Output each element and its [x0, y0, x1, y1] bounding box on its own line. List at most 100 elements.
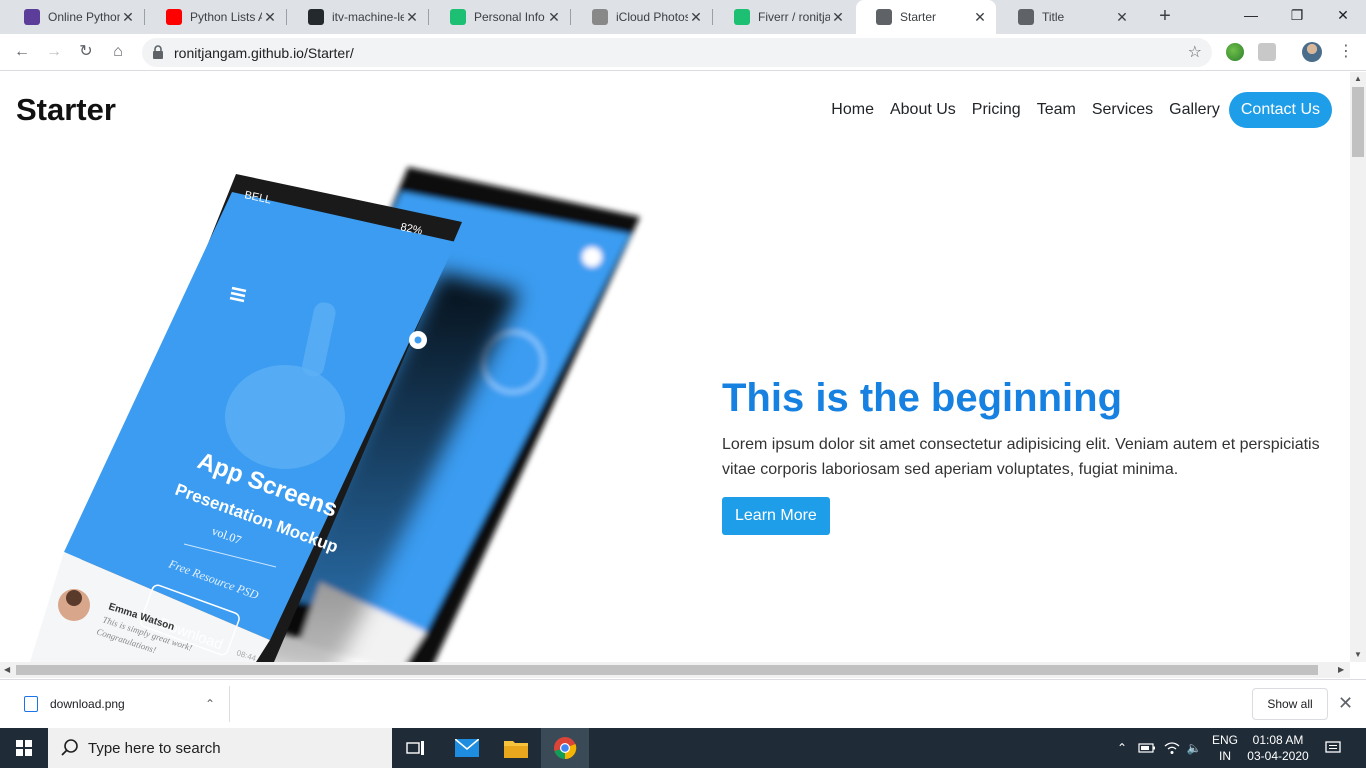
- scroll-left-arrow[interactable]: ◀: [4, 665, 10, 674]
- tab-separator: [570, 9, 571, 25]
- scroll-down-arrow[interactable]: ▼: [1354, 650, 1362, 659]
- globe-icon: [1018, 9, 1034, 25]
- tab-close-icon[interactable]: ✕: [404, 9, 420, 26]
- tab-close-icon[interactable]: ✕: [688, 9, 704, 26]
- scroll-up-arrow[interactable]: ▲: [1354, 74, 1362, 83]
- contact-us-button[interactable]: Contact Us: [1228, 92, 1332, 128]
- browser-tab[interactable]: Python Lists A ✕: [146, 0, 286, 34]
- github-icon: [308, 9, 324, 25]
- browser-tab[interactable]: itv-machine-le ✕: [288, 0, 428, 34]
- address-bar[interactable]: ronitjangam.github.io/Starter/ ☆: [142, 38, 1212, 67]
- show-all-button[interactable]: Show all: [1252, 688, 1328, 720]
- vertical-scroll-thumb[interactable]: [1352, 87, 1364, 157]
- hero-text: Lorem ipsum dolor sit amet consectetur a…: [722, 436, 1320, 478]
- tab-strip: Online Python ✕ Python Lists A ✕ itv-machine…: [0, 0, 1366, 34]
- tab-close-icon[interactable]: ✕: [1114, 9, 1130, 26]
- chevron-up-icon[interactable]: ⌃: [205, 697, 215, 711]
- nav-pricing[interactable]: Pricing: [972, 101, 1021, 119]
- scroll-right-arrow[interactable]: ▶: [1338, 665, 1344, 674]
- notification-center-icon[interactable]: [1318, 728, 1348, 768]
- windows-start-icon[interactable]: [0, 728, 48, 768]
- image-file-icon: [24, 696, 38, 712]
- browser-tab[interactable]: Personal Info ✕: [430, 0, 570, 34]
- tab-title: iCloud Photos: [616, 10, 688, 24]
- forward-icon[interactable]: →: [42, 40, 66, 64]
- mail-icon[interactable]: [443, 728, 491, 768]
- tab-separator: [428, 9, 429, 25]
- tab-separator: [286, 9, 287, 25]
- system-clock[interactable]: 01:08 AM 03-04-2020: [1246, 732, 1310, 764]
- phone-mockup-image: BELL 82% App Screens Presentation Mockup…: [30, 167, 640, 662]
- clock-date: 03-04-2020: [1247, 749, 1309, 763]
- tab-title: Fiverr / ronitja: [758, 10, 830, 24]
- restore-button[interactable]: ❐: [1274, 0, 1320, 30]
- chevron-up-tray-icon[interactable]: ⌃: [1112, 728, 1132, 768]
- site-brand[interactable]: Starter: [16, 92, 116, 128]
- horizontal-scrollbar[interactable]: ◀ ▶: [0, 662, 1350, 678]
- reload-icon[interactable]: ↻: [74, 40, 98, 64]
- search-placeholder: Type here to search: [88, 740, 221, 757]
- wifi-icon[interactable]: [1160, 728, 1184, 768]
- back-icon[interactable]: ←: [10, 40, 34, 64]
- taskbar-search-box[interactable]: Type here to search: [48, 728, 392, 768]
- tab-separator: [712, 9, 713, 25]
- bookmark-star-icon[interactable]: ☆: [1188, 42, 1202, 62]
- nav-services[interactable]: Services: [1092, 101, 1153, 119]
- browser-tab[interactable]: Online Python ✕: [4, 0, 144, 34]
- extension-icon[interactable]: [1258, 43, 1276, 61]
- nav-gallery[interactable]: Gallery: [1169, 101, 1220, 119]
- hero-title: This is the beginning: [722, 376, 1122, 420]
- browser-toolbar: ← → ↻ ⌂ ronitjangam.github.io/Starter/ ☆…: [0, 34, 1366, 71]
- download-filename: download.png: [50, 697, 125, 711]
- minimize-button[interactable]: —: [1228, 0, 1274, 30]
- close-icon[interactable]: ✕: [1338, 693, 1353, 714]
- volume-icon[interactable]: 🔈: [1184, 728, 1204, 768]
- tab-title: itv-machine-le: [332, 10, 404, 24]
- browser-tab[interactable]: iCloud Photos ✕: [572, 0, 712, 34]
- web-page: Starter Home About Us Pricing Team Servi…: [0, 72, 1350, 662]
- tab-separator: [144, 9, 145, 25]
- replit-icon: [24, 9, 40, 25]
- nav-team[interactable]: Team: [1037, 101, 1076, 119]
- clock-time: 01:08 AM: [1252, 733, 1304, 747]
- horizontal-scroll-thumb[interactable]: [16, 665, 1318, 675]
- windows-taskbar: Type here to search ⌃ 🔈 ENG IN 01:08 AM …: [0, 728, 1366, 768]
- learn-more-button[interactable]: Learn More: [722, 497, 830, 535]
- chrome-icon[interactable]: [541, 728, 589, 768]
- fiverr-icon: [450, 9, 466, 25]
- tab-close-icon[interactable]: ✕: [972, 9, 988, 26]
- task-view-icon[interactable]: [392, 728, 440, 768]
- site-nav: Home About Us Pricing Team Services Gall…: [815, 92, 1332, 128]
- battery-icon[interactable]: [1136, 728, 1158, 768]
- browser-tab[interactable]: Starter ✕: [856, 0, 996, 34]
- tab-close-icon[interactable]: ✕: [262, 9, 278, 26]
- file-explorer-icon[interactable]: [492, 728, 540, 768]
- tab-close-icon[interactable]: ✕: [120, 9, 136, 26]
- menu-kebab-icon[interactable]: ⋮: [1334, 40, 1358, 64]
- download-item[interactable]: download.png ⌃: [10, 686, 230, 722]
- browser-tab[interactable]: Title ✕: [998, 0, 1138, 34]
- region-code: IN: [1219, 749, 1231, 763]
- new-tab-button[interactable]: +: [1154, 6, 1176, 28]
- tab-title: Python Lists A: [190, 10, 262, 24]
- tab-title: Online Python: [48, 10, 120, 24]
- home-icon[interactable]: ⌂: [106, 40, 130, 64]
- profile-avatar[interactable]: [1302, 42, 1322, 62]
- extension-globe-icon[interactable]: [1226, 43, 1244, 61]
- fiverr-icon: [734, 9, 750, 25]
- nav-about-us[interactable]: About Us: [890, 101, 956, 119]
- globe-icon: [876, 9, 892, 25]
- nav-home[interactable]: Home: [831, 101, 874, 119]
- tab-title: Starter: [900, 10, 937, 24]
- language-indicator[interactable]: ENG IN: [1206, 732, 1244, 764]
- apple-icon: [592, 9, 608, 25]
- close-window-button[interactable]: ✕: [1320, 0, 1366, 30]
- vertical-scrollbar[interactable]: ▲ ▼: [1350, 72, 1366, 662]
- lock-icon: [153, 45, 163, 59]
- tab-close-icon[interactable]: ✕: [830, 9, 846, 26]
- url-text: ronitjangam.github.io/Starter/: [174, 45, 354, 61]
- download-shelf: download.png ⌃ Show all ✕: [0, 679, 1366, 728]
- youtube-icon: [166, 9, 182, 25]
- browser-tab[interactable]: Fiverr / ronitja ✕: [714, 0, 854, 34]
- tab-close-icon[interactable]: ✕: [546, 9, 562, 26]
